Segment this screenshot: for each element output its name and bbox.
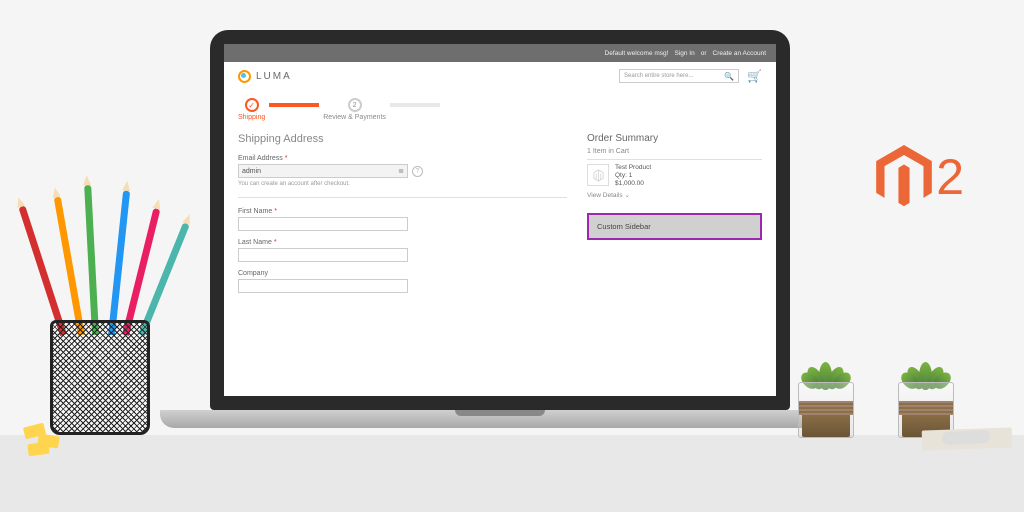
magento-version-number: 2 (936, 148, 964, 206)
checkout-progress: Shipping 2 Review & Payments (224, 90, 776, 129)
email-hint: You can create an account after checkout… (238, 181, 567, 187)
step-shipping[interactable]: Shipping (238, 98, 265, 121)
laptop-keyboard (160, 410, 840, 428)
product-price: $1,000.00 (615, 180, 651, 187)
first-name-field[interactable] (238, 217, 408, 231)
step-review-label: Review & Payments (323, 114, 386, 121)
shipping-form: Shipping Address Email Address * admin ?… (238, 133, 567, 301)
last-name-label: Last Name * (238, 239, 567, 246)
succulent-plant-1 (798, 382, 854, 438)
cart-icon[interactable]: 🛒 (747, 69, 762, 83)
shipping-address-heading: Shipping Address (238, 133, 567, 145)
or-text: or (701, 50, 707, 57)
order-summary-sidebar: Order Summary 1 Item in Cart Test Produc… (587, 133, 762, 301)
custom-sidebar-block: Custom Sidebar (587, 213, 762, 240)
last-name-field[interactable] (238, 248, 408, 262)
progress-bar-2 (390, 103, 440, 107)
browser-viewport: Default welcome msg! Sign In or Create a… (224, 44, 776, 396)
cart-item: Test Product Qty: 1 $1,000.00 (587, 164, 762, 187)
phone-decoration (942, 430, 991, 445)
pencil-holder-decoration (30, 210, 170, 435)
product-thumbnail (587, 164, 609, 186)
first-name-label: First Name * (238, 208, 567, 215)
site-logo[interactable]: LUMA (238, 70, 292, 83)
create-account-link[interactable]: Create an Account (713, 50, 766, 57)
step-review-circle: 2 (348, 98, 362, 112)
search-placeholder: Search entire store here... (624, 73, 693, 79)
luma-logo-text: LUMA (256, 71, 292, 82)
step-shipping-circle (245, 98, 259, 112)
email-label: Email Address * (238, 155, 567, 162)
company-field[interactable] (238, 279, 408, 293)
laptop-frame: Default welcome msg! Sign In or Create a… (210, 30, 790, 500)
step-shipping-label: Shipping (238, 114, 265, 121)
luma-logo-icon (238, 70, 251, 83)
company-label: Company (238, 270, 567, 277)
welcome-message: Default welcome msg! (605, 50, 669, 57)
magento-2-logo: 2 (876, 145, 964, 209)
step-review[interactable]: 2 Review & Payments (323, 98, 386, 121)
email-field[interactable]: admin (238, 164, 408, 178)
magento-placeholder-icon (592, 169, 605, 182)
binder-clips-decoration (24, 425, 69, 457)
search-icon[interactable]: 🔍 (724, 72, 734, 81)
product-name: Test Product (615, 164, 651, 171)
order-summary-title: Order Summary (587, 133, 762, 144)
progress-bar-1 (269, 103, 319, 107)
sign-in-link[interactable]: Sign In (674, 50, 694, 57)
help-icon[interactable]: ? (412, 166, 423, 177)
page-header: LUMA Search entire store here... 🔍 🛒 (224, 62, 776, 90)
search-input[interactable]: Search entire store here... 🔍 (619, 69, 739, 83)
magento-hexagon-icon (876, 145, 932, 209)
product-qty: Qty: 1 (615, 172, 651, 179)
cart-item-count[interactable]: 1 Item in Cart (587, 148, 762, 160)
top-links-bar: Default welcome msg! Sign In or Create a… (224, 44, 776, 62)
view-details-toggle[interactable]: View Details ⌄ (587, 191, 762, 199)
